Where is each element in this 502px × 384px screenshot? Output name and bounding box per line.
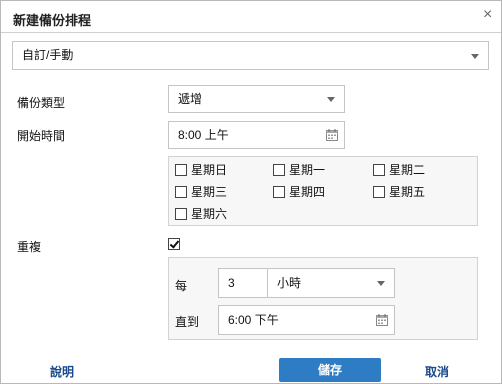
cancel-link[interactable]: 取消 xyxy=(425,363,449,380)
schedule-type-select[interactable]: 自訂/手動 xyxy=(12,41,489,70)
days-panel: 星期日 星期一 星期二 星期三 星期四 星期五 星期六 xyxy=(168,156,478,226)
schedule-type-value: 自訂/手動 xyxy=(22,48,74,62)
backup-type-value: 遞增 xyxy=(178,92,203,106)
repeat-checkbox[interactable] xyxy=(168,238,180,250)
day-label: 星期二 xyxy=(389,163,426,177)
chevron-down-icon xyxy=(327,97,335,102)
day-label: 星期四 xyxy=(289,185,326,199)
dialog-title: 新建備份排程 xyxy=(13,13,92,28)
chevron-down-icon xyxy=(377,281,385,286)
backup-type-select[interactable]: 遞增 xyxy=(168,85,345,113)
repeat-unit-select[interactable]: 小時 xyxy=(267,268,395,298)
monday-checkbox[interactable] xyxy=(273,164,285,176)
title-divider xyxy=(1,32,501,33)
close-icon[interactable]: × xyxy=(483,7,492,23)
save-button[interactable]: 儲存 xyxy=(279,358,381,382)
start-time-input[interactable]: 8:00 上午 xyxy=(168,121,345,149)
chevron-down-icon xyxy=(471,53,479,59)
start-time-value: 8:00 上午 xyxy=(178,128,229,142)
backup-type-label: 備份類型 xyxy=(17,96,66,110)
wednesday-checkbox[interactable] xyxy=(175,186,187,198)
until-label: 直到 xyxy=(175,315,200,329)
day-label: 星期一 xyxy=(289,163,326,177)
day-label: 星期三 xyxy=(191,185,228,199)
repeat-unit-value: 小時 xyxy=(277,276,302,290)
day-label: 星期六 xyxy=(191,207,228,221)
calendar-icon[interactable] xyxy=(376,314,388,326)
until-time-input[interactable]: 6:00 下午 xyxy=(218,305,395,335)
day-label: 星期五 xyxy=(389,185,426,199)
repeat-label: 重複 xyxy=(17,240,42,254)
new-backup-schedule-dialog: 新建備份排程 × 自訂/手動 備份類型 遞增 開始時間 8:00 上午 星期日 xyxy=(0,0,502,384)
sunday-checkbox[interactable] xyxy=(175,164,187,176)
tuesday-checkbox[interactable] xyxy=(373,164,385,176)
friday-checkbox[interactable] xyxy=(373,186,385,198)
until-time-value: 6:00 下午 xyxy=(228,313,279,327)
every-label: 每 xyxy=(175,279,188,293)
saturday-checkbox[interactable] xyxy=(175,208,187,220)
every-value: 3 xyxy=(228,276,235,290)
every-value-input[interactable]: 3 xyxy=(218,268,268,298)
day-label: 星期日 xyxy=(191,163,228,177)
thursday-checkbox[interactable] xyxy=(273,186,285,198)
repeat-panel: 每 3 小時 直到 6:00 下午 xyxy=(168,257,478,340)
calendar-icon[interactable] xyxy=(326,129,338,141)
start-time-label: 開始時間 xyxy=(17,129,66,143)
help-link[interactable]: 說明 xyxy=(50,363,74,380)
